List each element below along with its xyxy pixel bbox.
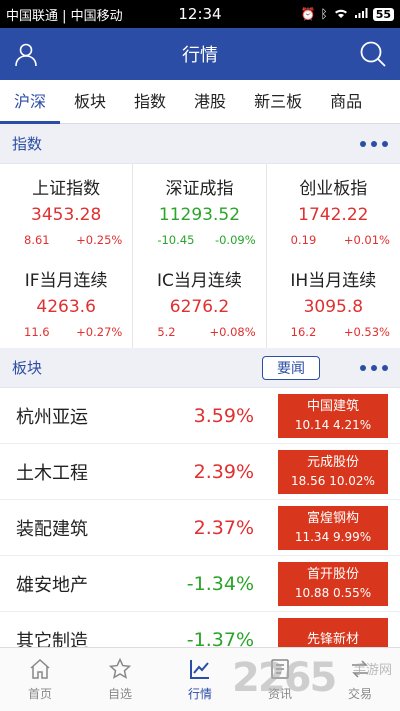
sector-list: 杭州亚运 3.59% 中国建筑 10.14 4.21% 土木工程 2.39% 元… bbox=[0, 388, 400, 668]
leading-stock[interactable]: 富煌钢构 11.34 9.99% bbox=[278, 505, 388, 550]
index-change: 16.2 bbox=[290, 325, 317, 339]
sector-name: 雄安地产 bbox=[16, 574, 88, 596]
sector-row[interactable]: 土木工程 2.39% 元成股份 18.56 10.02% bbox=[0, 444, 400, 500]
index-pct: -0.09% bbox=[214, 233, 256, 247]
news-icon bbox=[271, 659, 289, 679]
carrier-text: 中国联通 | 中国移动 bbox=[6, 8, 123, 24]
stock-name: 富煌钢构 bbox=[306, 510, 359, 526]
nav-market[interactable]: 行情 bbox=[160, 648, 240, 711]
tab-shangpin[interactable]: 商品 bbox=[316, 80, 376, 124]
sector-name: 装配建筑 bbox=[16, 518, 88, 540]
trade-icon bbox=[352, 660, 368, 678]
nav-watchlist[interactable]: 自选 bbox=[80, 648, 160, 711]
tab-ganggu[interactable]: 港股 bbox=[180, 80, 240, 124]
chart-icon bbox=[190, 660, 209, 679]
section-title: 指数 bbox=[12, 135, 43, 153]
nav-trade[interactable]: 交易 bbox=[320, 648, 400, 711]
tab-hushen[interactable]: 沪深 bbox=[0, 80, 61, 124]
sector-pct: 2.37% bbox=[193, 516, 254, 539]
sector-pct: -1.34% bbox=[186, 572, 254, 595]
index-name: 上证指数 bbox=[32, 179, 101, 199]
sector-name: 土木工程 bbox=[16, 462, 88, 484]
alarm-icon: ⏰ bbox=[300, 7, 316, 21]
section-title: 板块 bbox=[12, 359, 43, 377]
stock-detail: 11.34 9.99% bbox=[294, 529, 372, 544]
tab-xinsanban[interactable]: 新三板 bbox=[240, 80, 316, 124]
nav-news[interactable]: 资讯 bbox=[240, 648, 320, 711]
more-icon[interactable] bbox=[360, 364, 388, 371]
index-value: 4263.6 bbox=[36, 297, 96, 317]
sector-row[interactable]: 装配建筑 2.37% 富煌钢构 11.34 9.99% bbox=[0, 500, 400, 556]
index-name: IH当月连续 bbox=[290, 271, 377, 291]
page-title: 行情 bbox=[182, 45, 218, 66]
bluetooth-icon: ᛒ bbox=[320, 7, 328, 21]
search-icon[interactable] bbox=[358, 39, 388, 69]
index-name: 深证成指 bbox=[165, 179, 234, 199]
index-card[interactable]: 深证成指 11293.52 -10.45 -0.09% bbox=[133, 164, 267, 256]
index-value: 11293.52 bbox=[158, 205, 241, 225]
nav-label: 首页 bbox=[27, 687, 52, 701]
leading-stock[interactable]: 中国建筑 10.14 4.21% bbox=[278, 393, 388, 438]
index-card[interactable]: 创业板指 1742.22 0.19 +0.01% bbox=[267, 164, 400, 256]
index-change: 0.19 bbox=[290, 233, 317, 247]
stock-name: 中国建筑 bbox=[306, 398, 359, 414]
wifi-icon bbox=[333, 7, 349, 22]
stock-detail: 10.88 0.55% bbox=[294, 585, 372, 600]
index-card[interactable]: 上证指数 3453.28 8.61 +0.25% bbox=[0, 164, 134, 256]
nav-label: 资讯 bbox=[267, 687, 292, 701]
index-grid: 上证指数 3453.28 8.61 +0.25% 深证成指 11293.52 -1… bbox=[0, 164, 400, 348]
tab-zhishu[interactable]: 指数 bbox=[120, 80, 180, 124]
index-value: 1742.22 bbox=[298, 205, 369, 225]
index-value: 3095.8 bbox=[303, 297, 364, 317]
stock-name: 首开股份 bbox=[306, 566, 359, 582]
sector-pct: 2.39% bbox=[193, 460, 254, 483]
index-change: 8.61 bbox=[24, 233, 50, 247]
sector-section-header: 板块 要闻 bbox=[0, 348, 400, 388]
app-header: 行情 bbox=[0, 28, 400, 80]
index-name: 创业板指 bbox=[299, 179, 368, 199]
sector-name: 杭州亚运 bbox=[16, 406, 88, 428]
index-card[interactable]: IF当月连续 4263.6 11.6 +0.27% bbox=[0, 256, 134, 348]
home-icon bbox=[30, 658, 50, 679]
index-value: 6276.2 bbox=[169, 297, 230, 317]
leading-stock[interactable]: 首开股份 10.88 0.55% bbox=[278, 561, 388, 606]
index-pct: +0.08% bbox=[209, 325, 256, 339]
nav-home[interactable]: 首页 bbox=[0, 648, 80, 711]
nav-label: 交易 bbox=[347, 687, 372, 701]
index-change: -10.45 bbox=[157, 233, 195, 247]
bottom-nav: 首页 自选 行情 资讯 交易 bbox=[0, 647, 400, 711]
index-pct: +0.25% bbox=[76, 233, 123, 247]
sector-pct: 3.59% bbox=[193, 404, 254, 427]
user-icon[interactable] bbox=[12, 40, 40, 68]
signal-icon bbox=[354, 7, 368, 22]
stock-detail: 18.56 10.02% bbox=[291, 473, 375, 488]
stock-name: 先锋新材 bbox=[306, 631, 359, 647]
index-change: 5.2 bbox=[157, 325, 176, 339]
index-name: IF当月连续 bbox=[24, 271, 108, 291]
star-icon bbox=[108, 657, 132, 679]
tab-bankuai[interactable]: 板块 bbox=[60, 80, 120, 124]
index-section-header: 指数 bbox=[0, 124, 400, 164]
status-bar: 中国联通 | 中国移动 12:34 ⏰ ᛒ 55 bbox=[0, 0, 400, 28]
index-card[interactable]: IC当月连续 6276.2 5.2 +0.08% bbox=[133, 256, 267, 348]
status-icons: ⏰ ᛒ 55 bbox=[301, 7, 394, 22]
sector-row[interactable]: 杭州亚运 3.59% 中国建筑 10.14 4.21% bbox=[0, 388, 400, 444]
battery-indicator: 55 bbox=[372, 7, 394, 21]
nav-label: 行情 bbox=[187, 687, 212, 701]
leading-stock[interactable]: 元成股份 18.56 10.02% bbox=[278, 449, 388, 494]
index-card[interactable]: IH当月连续 3095.8 16.2 +0.53% bbox=[267, 256, 400, 348]
stock-detail: 10.14 4.21% bbox=[294, 417, 372, 432]
stock-name: 元成股份 bbox=[306, 454, 359, 470]
nav-label: 自选 bbox=[107, 687, 132, 701]
index-pct: +0.27% bbox=[76, 325, 123, 339]
index-pct: +0.53% bbox=[343, 325, 390, 339]
index-pct: +0.01% bbox=[343, 233, 390, 247]
index-name: IC当月连续 bbox=[157, 271, 242, 291]
news-button[interactable]: 要闻 bbox=[262, 355, 320, 380]
sector-row[interactable]: 雄安地产 -1.34% 首开股份 10.88 0.55% bbox=[0, 556, 400, 612]
index-value: 3453.28 bbox=[31, 205, 102, 225]
market-tabs: 沪深 板块 指数 港股 新三板 商品 bbox=[0, 80, 400, 124]
more-icon[interactable] bbox=[360, 140, 388, 147]
index-change: 11.6 bbox=[24, 325, 50, 339]
